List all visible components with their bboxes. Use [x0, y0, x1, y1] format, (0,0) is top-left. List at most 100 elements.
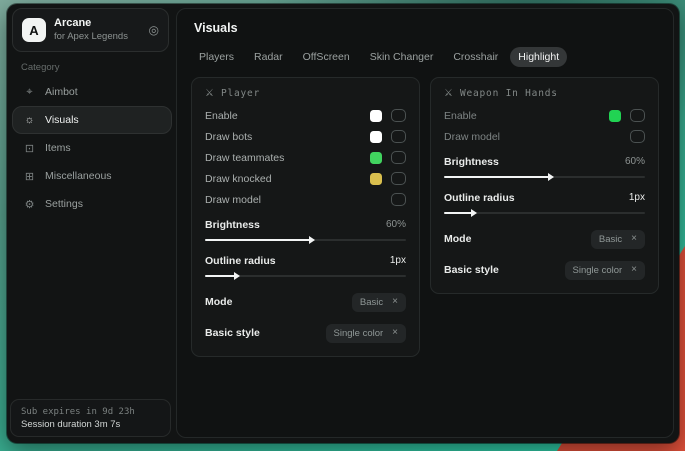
color-swatch[interactable] [370, 131, 382, 143]
select-row-basic-style: Basic style Single color × [205, 322, 406, 344]
tab-radar[interactable]: Radar [246, 47, 291, 67]
chip-remove-icon[interactable]: × [631, 265, 637, 275]
tab-label: Skin Changer [370, 51, 434, 63]
category-label: Category [21, 62, 60, 73]
checkbox[interactable] [630, 109, 645, 122]
checkbox[interactable] [391, 151, 406, 164]
toggle-row-draw-teammates: Draw teammates [205, 147, 406, 168]
slider-label: Brightness [205, 219, 260, 231]
sidebar-item-settings[interactable]: ⚙ Settings [12, 190, 172, 218]
toggle-label: Draw teammates [205, 152, 284, 164]
sidebar-item-miscellaneous[interactable]: ⊞ Miscellaneous [12, 162, 172, 190]
chip-remove-icon[interactable]: × [631, 234, 637, 244]
sidebar-item-aimbot[interactable]: ⌖ Aimbot [12, 78, 172, 106]
sidebar-item-label: Settings [45, 198, 83, 210]
tab-players[interactable]: Players [191, 47, 242, 67]
app-window: A Arcane for Apex Legends ◎ Category ⌖ A… [7, 4, 679, 443]
slider-label: Brightness [444, 156, 499, 168]
select-label: Basic style [205, 327, 260, 339]
page-title: Visuals [194, 21, 659, 35]
slider-fill [444, 212, 472, 214]
sidebar-item-items[interactable]: ⊡ Items [12, 134, 172, 162]
slider-row-outline-radius: Outline radius 1px [205, 253, 406, 282]
slider-thumb[interactable] [234, 272, 240, 280]
crossed-swords-icon: ⚔ [205, 88, 214, 99]
slider[interactable] [205, 234, 406, 246]
crossed-swords-icon: ⚔ [444, 88, 453, 99]
chip-remove-icon[interactable]: × [392, 328, 398, 338]
app-title: Arcane [54, 17, 141, 31]
toggle-row-enable: Enable [444, 105, 645, 126]
slider-value: 1px [629, 192, 645, 203]
main-panel: Visuals Players RadarOffScreen Skin Change… [176, 8, 674, 438]
slider[interactable] [205, 270, 406, 282]
brand-card: A Arcane for Apex Legends ◎ [12, 8, 169, 52]
checkbox[interactable] [391, 130, 406, 143]
select-chip[interactable]: Single color × [565, 261, 645, 280]
app-subtitle: for Apex Legends [54, 31, 141, 43]
panel-header: ⚔ Weapon In Hands [444, 88, 645, 99]
select-chip[interactable]: Basic × [591, 230, 645, 249]
sidebar-item-label: Visuals [45, 114, 79, 126]
tab-label: Crosshair [453, 51, 498, 63]
slider-thumb[interactable] [309, 236, 315, 244]
gear-icon: ⚙ [23, 198, 36, 211]
checkbox[interactable] [391, 172, 406, 185]
panel-body: Enable Draw bots Draw teammates Draw kno… [205, 105, 406, 344]
crosshair-icon: ⌖ [23, 86, 36, 99]
visuals-icon: ☼ [23, 114, 36, 126]
tab-crosshair[interactable]: Crosshair [445, 47, 506, 67]
sidebar: A Arcane for Apex Legends ◎ Category ⌖ A… [7, 4, 176, 443]
toggle-label: Enable [205, 110, 238, 122]
target-icon[interactable]: ◎ [149, 23, 159, 37]
checkbox[interactable] [391, 193, 406, 206]
slider-value: 60% [386, 219, 406, 230]
toggle-label: Draw knocked [205, 173, 272, 185]
select-label: Mode [205, 296, 232, 308]
slider-thumb[interactable] [471, 209, 477, 217]
toggle-label: Draw model [205, 194, 261, 206]
select-chip[interactable]: Single color × [326, 324, 406, 343]
toggle-row-draw-model: Draw model [444, 126, 645, 147]
panel-title: Weapon In Hands [460, 88, 558, 99]
tab-skin-changer[interactable]: Skin Changer [362, 47, 442, 67]
checkbox[interactable] [630, 130, 645, 143]
panel-player: ⚔ Player Enable Draw bots Draw teammates… [191, 77, 420, 357]
session-duration-text: Session duration 3m 7s [21, 419, 160, 430]
tab-offscreen[interactable]: OffScreen [295, 47, 358, 67]
sidebar-nav: ⌖ Aimbot ☼ Visuals ⊡ Items ⊞ Miscellaneo… [12, 78, 172, 218]
select-row-basic-style: Basic style Single color × [444, 259, 645, 281]
select-label: Basic style [444, 264, 499, 276]
chip-value: Single color [573, 265, 623, 276]
toggle-label: Draw model [444, 131, 500, 143]
tab-highlight[interactable]: Highlight [510, 47, 567, 67]
slider[interactable] [444, 207, 645, 219]
slider-row-brightness: Brightness 60% [444, 154, 645, 183]
checkbox[interactable] [391, 109, 406, 122]
panel-body: Enable Draw model Brightness 60% Outline… [444, 105, 645, 281]
panel-title: Player [221, 88, 260, 99]
panel-weapon-in-hands: ⚔ Weapon In Hands Enable Draw model Brig… [430, 77, 659, 294]
chip-value: Basic [599, 234, 622, 245]
toggle-label: Draw bots [205, 131, 252, 143]
chip-value: Single color [334, 328, 384, 339]
panel-header: ⚔ Player [205, 88, 406, 99]
toggle-row-draw-knocked: Draw knocked [205, 168, 406, 189]
color-swatch[interactable] [370, 110, 382, 122]
slider-label: Outline radius [205, 255, 276, 267]
sidebar-item-visuals[interactable]: ☼ Visuals [12, 106, 172, 134]
slider-thumb[interactable] [548, 173, 554, 181]
toggle-row-enable: Enable [205, 105, 406, 126]
subscription-status-card: Sub expires in 9d 23h Session duration 3… [10, 399, 171, 437]
color-swatch[interactable] [370, 173, 382, 185]
tab-label: Players [199, 51, 234, 63]
color-swatch[interactable] [609, 110, 621, 122]
chip-remove-icon[interactable]: × [392, 297, 398, 307]
slider[interactable] [444, 171, 645, 183]
toggle-row-draw-model: Draw model [205, 189, 406, 210]
sidebar-item-label: Miscellaneous [45, 170, 112, 182]
color-swatch[interactable] [370, 152, 382, 164]
select-chip[interactable]: Basic × [352, 293, 406, 312]
grid-icon: ⊞ [23, 170, 36, 183]
toggle-row-draw-bots: Draw bots [205, 126, 406, 147]
